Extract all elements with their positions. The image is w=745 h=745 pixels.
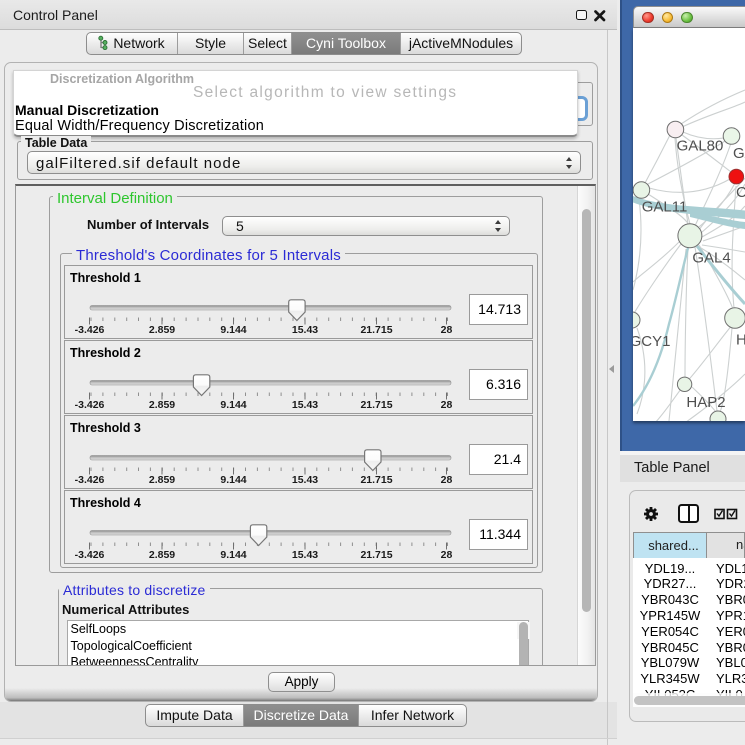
svg-text:GAL7: GAL7 (733, 145, 745, 162)
svg-text:GAL4: GAL4 (692, 250, 730, 267)
svg-text:H: H (736, 332, 745, 349)
svg-text:GCY1: GCY1 (633, 333, 670, 350)
svg-text:GAL11: GAL11 (642, 199, 688, 216)
svg-text:GAL80: GAL80 (677, 138, 724, 155)
svg-text:C: C (736, 184, 745, 201)
svg-text:HAP2: HAP2 (686, 394, 725, 411)
